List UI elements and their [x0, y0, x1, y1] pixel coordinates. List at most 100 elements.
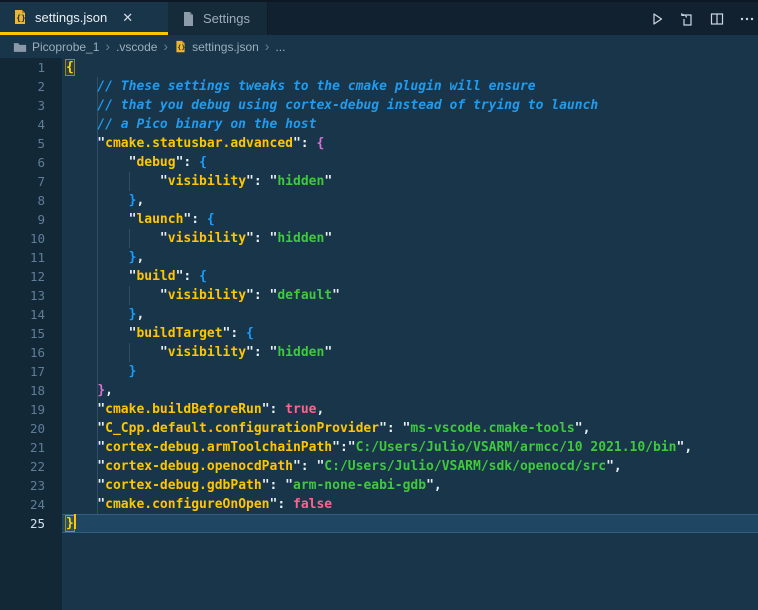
code-text[interactable]: "buildTarget": { [62, 324, 758, 343]
code-line[interactable]: 17 } [0, 362, 758, 381]
code-line[interactable]: 14 }, [0, 305, 758, 324]
code-text[interactable]: "visibility": "hidden" [62, 343, 758, 362]
line-number[interactable]: 10 [0, 229, 62, 248]
line-number[interactable]: 15 [0, 324, 62, 343]
token: ": [175, 269, 200, 284]
line-number[interactable]: 16 [0, 343, 62, 362]
code-line[interactable]: 16 "visibility": "hidden" [0, 343, 758, 362]
code-line[interactable]: 22 "cortex-debug.openocdPath": "C:/Users… [0, 457, 758, 476]
line-number[interactable]: 6 [0, 153, 62, 172]
code-line[interactable]: 18 }, [0, 381, 758, 400]
token: ", [676, 440, 693, 455]
tab-settings-json[interactable]: {} settings.json ✕ [0, 2, 168, 35]
code-text[interactable]: } [62, 362, 758, 381]
breadcrumb-item-symbol[interactable]: ... [275, 40, 285, 54]
code-text[interactable]: "debug": { [62, 153, 758, 172]
code-text[interactable]: "cmake.configureOnOpen": false [62, 495, 758, 514]
line-number[interactable]: 7 [0, 172, 62, 191]
split-editor-icon[interactable] [708, 10, 726, 28]
code-text[interactable]: // a Pico binary on the host [62, 115, 758, 134]
line-number[interactable]: 21 [0, 438, 62, 457]
code-text[interactable]: "C_Cpp.default.configurationProvider": "… [62, 419, 758, 438]
line-number[interactable]: 5 [0, 134, 62, 153]
code-line[interactable]: 15 "buildTarget": { [0, 324, 758, 343]
token: cortex-debug.openocdPath [105, 459, 293, 474]
code-text[interactable]: "cmake.statusbar.advanced": { [62, 134, 758, 153]
code-line[interactable]: 11 }, [0, 248, 758, 267]
line-number[interactable]: 14 [0, 305, 62, 324]
line-number[interactable]: 22 [0, 457, 62, 476]
code-line[interactable]: 9 "launch": { [0, 210, 758, 229]
code-text[interactable]: "visibility": "hidden" [62, 172, 758, 191]
close-icon[interactable]: ✕ [122, 11, 133, 24]
line-number[interactable]: 9 [0, 210, 62, 229]
code-text[interactable]: }, [62, 305, 758, 324]
code-line[interactable]: 2 // These settings tweaks to the cmake … [0, 77, 758, 96]
line-number[interactable]: 1 [0, 58, 62, 77]
code-lines: 1{2 // These settings tweaks to the cmak… [0, 58, 758, 533]
code-line[interactable]: 5 "cmake.statusbar.advanced": { [0, 134, 758, 153]
line-number[interactable]: 23 [0, 476, 62, 495]
code-line[interactable]: 25} [0, 514, 758, 533]
line-number[interactable]: 25 [0, 514, 62, 533]
line-number[interactable]: 3 [0, 96, 62, 115]
token: { [316, 136, 325, 151]
code-text[interactable]: { [62, 58, 758, 77]
code-line[interactable]: 8 }, [0, 191, 758, 210]
breadcrumb-item-file[interactable]: settings.json [192, 40, 259, 54]
code-line[interactable]: 12 "build": { [0, 267, 758, 286]
code-line[interactable]: 21 "cortex-debug.armToolchainPath":"C:/U… [0, 438, 758, 457]
code-text[interactable]: "launch": { [62, 210, 758, 229]
code-line[interactable]: 20 "C_Cpp.default.configurationProvider"… [0, 419, 758, 438]
token: " [324, 174, 333, 189]
code-text[interactable]: // These settings tweaks to the cmake pl… [62, 77, 758, 96]
breadcrumb-item-vscode-folder[interactable]: .vscode [116, 40, 157, 54]
token: " [66, 497, 106, 512]
code-editor[interactable]: 1{2 // These settings tweaks to the cmak… [0, 58, 758, 610]
token: cortex-debug.gdbPath [105, 478, 262, 493]
code-line[interactable]: 3 // that you debug using cortex-debug i… [0, 96, 758, 115]
code-text[interactable]: "cortex-debug.armToolchainPath":"C:/User… [62, 438, 758, 457]
line-number[interactable]: 24 [0, 495, 62, 514]
breadcrumb-item-project[interactable]: Picoprobe_1 [32, 40, 99, 54]
line-number[interactable]: 4 [0, 115, 62, 134]
token: ": [175, 155, 200, 170]
line-number[interactable]: 17 [0, 362, 62, 381]
code-line[interactable]: 7 "visibility": "hidden" [0, 172, 758, 191]
line-number[interactable]: 8 [0, 191, 62, 210]
line-number[interactable]: 19 [0, 400, 62, 419]
code-text[interactable]: "build": { [62, 267, 758, 286]
code-line[interactable]: 13 "visibility": "default" [0, 286, 758, 305]
code-text[interactable]: } [62, 514, 758, 533]
tab-settings-ui[interactable]: Settings [168, 2, 268, 35]
svg-text:{}: {} [178, 43, 186, 51]
code-text[interactable]: // that you debug using cortex-debug ins… [62, 96, 758, 115]
code-text[interactable]: "cortex-debug.openocdPath": "C:/Users/Ju… [62, 457, 758, 476]
code-text[interactable]: }, [62, 191, 758, 210]
code-line[interactable]: 10 "visibility": "hidden" [0, 229, 758, 248]
token: visibility [167, 231, 247, 246]
more-actions-icon[interactable] [738, 10, 756, 28]
code-line[interactable]: 24 "cmake.configureOnOpen": false [0, 495, 758, 514]
line-number[interactable]: 20 [0, 419, 62, 438]
code-line[interactable]: 19 "cmake.buildBeforeRun": true, [0, 400, 758, 419]
code-text[interactable]: "cmake.buildBeforeRun": true, [62, 400, 758, 419]
code-text[interactable]: "cortex-debug.gdbPath": "arm-none-eabi-g… [62, 476, 758, 495]
code-line[interactable]: 23 "cortex-debug.gdbPath": "arm-none-eab… [0, 476, 758, 495]
code-text[interactable]: }, [62, 248, 758, 267]
code-line[interactable]: 1{ [0, 58, 758, 77]
line-number[interactable]: 13 [0, 286, 62, 305]
line-number[interactable]: 2 [0, 77, 62, 96]
open-settings-ui-icon[interactable] [678, 10, 696, 28]
run-icon[interactable] [648, 10, 666, 28]
code-text[interactable]: }, [62, 381, 758, 400]
line-number[interactable]: 18 [0, 381, 62, 400]
code-text[interactable]: "visibility": "hidden" [62, 229, 758, 248]
code-text[interactable]: "visibility": "default" [62, 286, 758, 305]
code-line[interactable]: 4 // a Pico binary on the host [0, 115, 758, 134]
code-line[interactable]: 6 "debug": { [0, 153, 758, 172]
line-number[interactable]: 12 [0, 267, 62, 286]
token: build [136, 269, 176, 284]
token: arm-none-eabi-gdb [293, 478, 427, 493]
line-number[interactable]: 11 [0, 248, 62, 267]
